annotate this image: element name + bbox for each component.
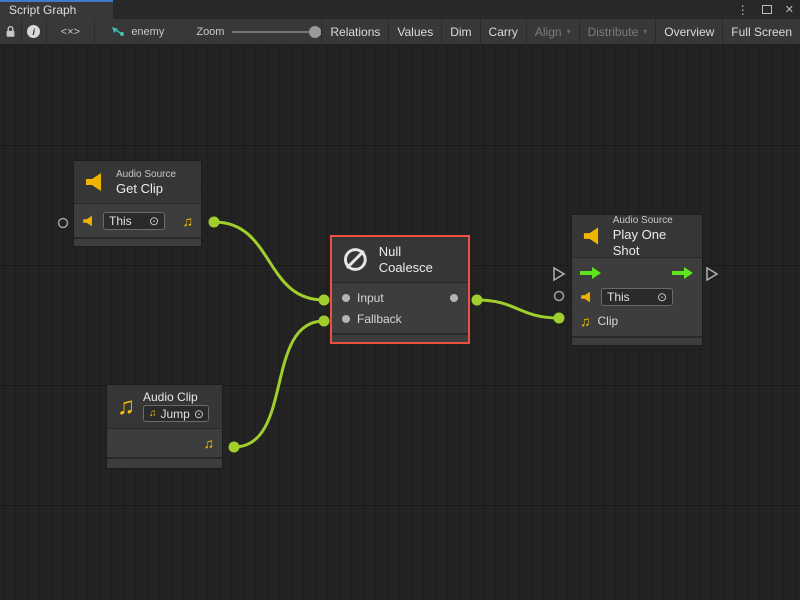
wire-audioclip-to-nullcoalesce-fallback[interactable] — [234, 321, 324, 447]
port-playoneshot-this-input[interactable] — [555, 292, 564, 301]
play-one-shot-clip-row: ♫ Clip — [572, 309, 702, 333]
null-coalesce-icon — [342, 246, 369, 273]
input-port-dot[interactable] — [342, 294, 350, 302]
chevron-down-icon: ▾ — [643, 19, 647, 45]
node-title: Audio Clip — [143, 391, 209, 404]
node-category: Audio Source — [613, 214, 692, 227]
node-play-one-shot-header: Audio Source Play One Shot — [572, 215, 702, 258]
port-playoneshot-flow-output[interactable] — [707, 268, 717, 280]
audio-source-icon — [580, 291, 594, 303]
zoom-slider-track[interactable] — [232, 31, 320, 33]
carry-button[interactable]: Carry — [480, 19, 526, 45]
play-one-shot-this-row: This ⊙ — [572, 285, 702, 309]
dim-button[interactable]: Dim — [441, 19, 479, 45]
wire-getclip-to-nullcoalesce-input[interactable] — [214, 222, 324, 300]
zoom-slider-handle[interactable] — [309, 26, 321, 38]
zoom-label: Zoom — [196, 26, 224, 38]
play-one-shot-flow-row — [572, 261, 702, 285]
flow-arrow-icon — [672, 267, 694, 279]
breadcrumb-label: enemy — [131, 26, 164, 38]
graph-breadcrumb[interactable]: enemy — [111, 26, 164, 38]
audio-clip-output-row: ♫ — [107, 429, 222, 457]
play-one-shot-this-field[interactable]: This ⊙ — [601, 288, 673, 306]
node-title: Play One Shot — [613, 227, 692, 259]
null-coalesce-input-row: Input — [332, 287, 468, 308]
object-picker-icon: ⊙ — [657, 291, 667, 303]
get-clip-this-row: This ⊙ ♫ — [74, 204, 201, 237]
title-bar: Script Graph ⋮ ✕ — [0, 0, 800, 19]
chevron-down-icon: ▾ — [567, 19, 571, 45]
node-audio-clip-header: ♫ Audio Clip ♫ Jump ⊙ — [107, 385, 222, 429]
port-getclip-output[interactable] — [209, 217, 220, 228]
relations-button[interactable]: Relations — [321, 19, 388, 45]
maximize-icon[interactable] — [762, 5, 772, 14]
distribute-button[interactable]: Distribute ▾ — [579, 19, 656, 45]
node-footer — [107, 457, 222, 468]
port-audioclip-output[interactable] — [229, 442, 240, 453]
flow-arrow-icon — [580, 267, 602, 279]
wire-nullcoalesce-to-playoneshot-clip[interactable] — [477, 300, 559, 318]
audio-clip-icon: ♫ — [580, 313, 591, 329]
port-playoneshot-clip-input[interactable] — [554, 313, 565, 324]
tab-script-graph[interactable]: Script Graph — [0, 0, 113, 19]
fallback-port-dot[interactable] — [342, 315, 350, 323]
audio-clip-icon: ♫ — [183, 213, 194, 229]
audio-clip-icon: ♫ — [204, 435, 215, 451]
port-getclip-this-input[interactable] — [59, 219, 68, 228]
node-play-one-shot[interactable]: Audio Source Play One Shot This ⊙ — [571, 214, 703, 346]
node-title: Get Clip — [116, 181, 176, 197]
close-icon[interactable]: ✕ — [785, 3, 794, 16]
node-footer — [332, 333, 468, 342]
node-footer — [572, 336, 702, 345]
audio-source-icon — [84, 172, 108, 192]
window-menu-icon[interactable]: ⋮ — [737, 3, 749, 17]
code-icon: <×> — [61, 26, 80, 38]
audio-source-icon — [582, 226, 605, 246]
get-clip-this-field[interactable]: This ⊙ — [103, 212, 165, 230]
lock-icon — [5, 25, 16, 38]
object-picker-icon: ⊙ — [194, 408, 204, 420]
null-coalesce-fallback-row: Fallback — [332, 308, 468, 329]
unit-preferences-button[interactable]: <×> — [47, 19, 96, 45]
node-get-clip-header: Audio Source Get Clip — [74, 161, 201, 204]
graph-toolbar: i <×> enemy Zoom 1x Relations Values Dim… — [0, 19, 800, 45]
graph-icon — [111, 26, 125, 38]
tab-title: Script Graph — [9, 3, 76, 17]
node-category: Audio Source — [116, 168, 176, 181]
window-controls: ⋮ ✕ — [737, 0, 794, 19]
toolbar-actions: Relations Values Dim Carry Align ▾ Distr… — [321, 19, 800, 45]
node-null-coalesce-header: Null Coalesce — [332, 237, 468, 283]
audio-clip-object-field[interactable]: ♫ Jump ⊙ — [143, 405, 209, 422]
object-picker-icon: ⊙ — [149, 215, 159, 227]
output-port-dot[interactable] — [450, 294, 458, 302]
node-footer — [74, 237, 201, 246]
audio-clip-icon: ♫ — [149, 408, 157, 419]
node-null-coalesce[interactable]: Null Coalesce Input Fallback — [330, 235, 470, 344]
port-nullcoalesce-input[interactable] — [319, 295, 330, 306]
info-icon: i — [27, 25, 40, 38]
info-button[interactable]: i — [22, 19, 46, 45]
node-audio-clip[interactable]: ♫ Audio Clip ♫ Jump ⊙ ♫ — [106, 384, 223, 469]
audio-clip-icon: ♫ — [117, 393, 135, 421]
node-get-clip[interactable]: Audio Source Get Clip This ⊙ ♫ — [73, 160, 202, 247]
align-button[interactable]: Align ▾ — [526, 19, 579, 45]
port-nullcoalesce-output[interactable] — [472, 295, 483, 306]
audio-source-icon — [82, 215, 96, 227]
overview-button[interactable]: Overview — [655, 19, 722, 45]
node-title: Null Coalesce — [379, 244, 458, 276]
port-nullcoalesce-fallback[interactable] — [319, 316, 330, 327]
lock-button[interactable] — [0, 19, 22, 45]
values-button[interactable]: Values — [388, 19, 441, 45]
graph-canvas[interactable]: Audio Source Get Clip This ⊙ ♫ — [0, 45, 800, 600]
zoom-slider[interactable] — [232, 19, 303, 45]
fullscreen-button[interactable]: Full Screen — [722, 19, 800, 45]
port-playoneshot-flow-input[interactable] — [554, 268, 564, 280]
